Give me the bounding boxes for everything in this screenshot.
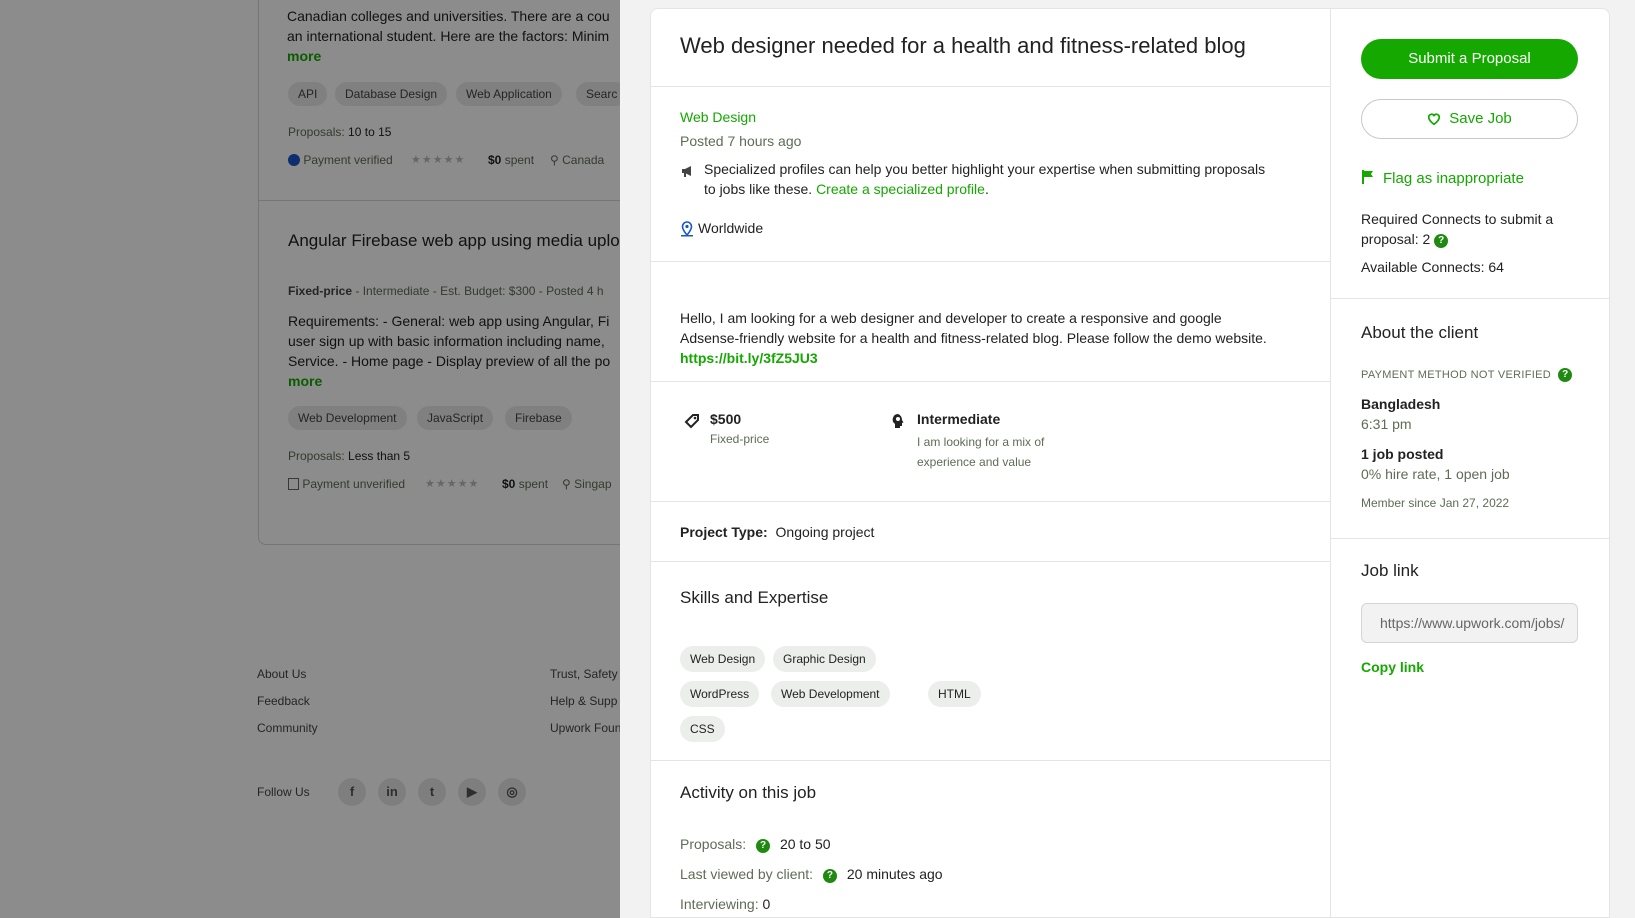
heart-icon [1427, 103, 1441, 141]
skill-tag[interactable]: Web Development [771, 681, 890, 707]
help-icon[interactable]: ? [1558, 368, 1573, 382]
save-job-label: Save Job [1449, 110, 1512, 127]
submit-proposal-button[interactable]: Submit a Proposal [1361, 39, 1578, 79]
budget-type: Fixed-price [710, 432, 770, 446]
interviewing-label: Interviewing: [680, 896, 759, 912]
job-details-panel: Web designer needed for a health and fit… [620, 0, 1635, 918]
actions-section: Submit a Proposal Save Job Flag as inapp… [1331, 9, 1609, 299]
budget-value: $500 [710, 411, 742, 427]
specialized-profile-text: Specialized profiles can help you better… [704, 161, 1266, 177]
connects-available: Available Connects: 64 [1361, 259, 1504, 275]
hire-rate: 0% hire rate, 1 open job [1361, 466, 1510, 482]
save-job-button[interactable]: Save Job [1361, 99, 1578, 139]
copy-link-button[interactable]: Copy link [1361, 659, 1424, 675]
skills-section: Skills and Expertise Web Design Graphic … [651, 562, 1330, 761]
job-main-column: Web designer needed for a health and fit… [650, 8, 1331, 918]
skills-heading: Skills and Expertise [680, 588, 829, 607]
jobs-posted: 1 job posted [1361, 446, 1444, 462]
job-link-section: Job link [1331, 539, 1609, 917]
connects-required: proposal: 2 [1361, 231, 1431, 247]
payment-status: PAYMENT METHOD NOT VERIFIED [1361, 369, 1552, 381]
job-features: $500 Fixed-price Intermediate I am looki… [651, 382, 1330, 502]
interviewing-value: 0 [762, 896, 771, 912]
experience-level-description: I am looking for a mix of [917, 435, 1045, 449]
skill-tag[interactable]: HTML [928, 681, 981, 707]
job-overview: Web Design Posted 7 hours ago Specialize… [651, 87, 1330, 262]
job-sidebar: Submit a Proposal Save Job Flag as inapp… [1331, 8, 1610, 918]
posted-time: Posted 7 hours ago [680, 133, 802, 149]
skill-tag[interactable]: Graphic Design [773, 646, 876, 672]
project-type-section: Project Type: Ongoing project [651, 502, 1330, 562]
about-client-section: About the client PAYMENT METHOD NOT VERI… [1331, 299, 1609, 539]
location-icon [680, 221, 694, 242]
price-tag-icon [684, 413, 700, 434]
job-description: Hello, I am looking for a web designer a… [680, 310, 1222, 326]
last-viewed-label: Last viewed by client: [680, 866, 814, 882]
brain-icon [891, 413, 905, 434]
experience-level-description: experience and value [917, 455, 1032, 469]
project-type-label: Project Type: [680, 524, 768, 540]
help-icon[interactable]: ? [1434, 234, 1449, 248]
skill-tag[interactable]: WordPress [680, 681, 760, 707]
skill-tag[interactable]: CSS [680, 716, 725, 742]
job-category-link[interactable]: Web Design [680, 109, 756, 125]
skill-tag[interactable]: Web Design [680, 646, 766, 672]
experience-level: Intermediate [917, 411, 1001, 427]
job-location: Worldwide [698, 220, 764, 236]
job-description-section: Hello, I am looking for a web designer a… [651, 262, 1330, 382]
last-viewed-value: 20 minutes ago [846, 866, 943, 882]
megaphone-icon [680, 163, 696, 184]
help-icon[interactable]: ? [822, 869, 837, 883]
flag-icon [1361, 169, 1375, 189]
member-since: Member since Jan 27, 2022 [1361, 496, 1510, 510]
job-link-heading: Job link [1361, 561, 1419, 580]
flag-inappropriate-link[interactable]: Flag as inappropriate [1361, 169, 1524, 189]
punctuation: . [984, 181, 989, 197]
client-local-time: 6:31 pm [1361, 416, 1412, 432]
job-title: Web designer needed for a health and fit… [680, 33, 1246, 58]
job-description: Adsense-friendly website for a health an… [680, 330, 1267, 346]
create-specialized-profile-link[interactable]: Create a specialized profile [816, 181, 985, 197]
specialized-profile-text: to jobs like these. [704, 181, 813, 197]
activity-section: Activity on this job Proposals: ? 20 to … [651, 761, 1330, 917]
help-icon[interactable]: ? [756, 839, 771, 853]
connects-required: Required Connects to submit a [1361, 211, 1554, 227]
proposals-value: 20 to 50 [779, 836, 831, 852]
job-link-field[interactable]: https://www.upwork.com/jobs/ [1361, 603, 1578, 643]
about-client-heading: About the client [1361, 323, 1479, 342]
project-type-value: Ongoing project [775, 524, 875, 540]
client-country: Bangladesh [1361, 396, 1441, 412]
job-header: Web designer needed for a health and fit… [651, 9, 1330, 87]
activity-heading: Activity on this job [680, 783, 817, 802]
flag-label: Flag as inappropriate [1383, 170, 1524, 187]
demo-website-link[interactable]: https://bit.ly/3fZ5JU3 [680, 350, 818, 366]
proposals-label: Proposals: [680, 836, 747, 852]
